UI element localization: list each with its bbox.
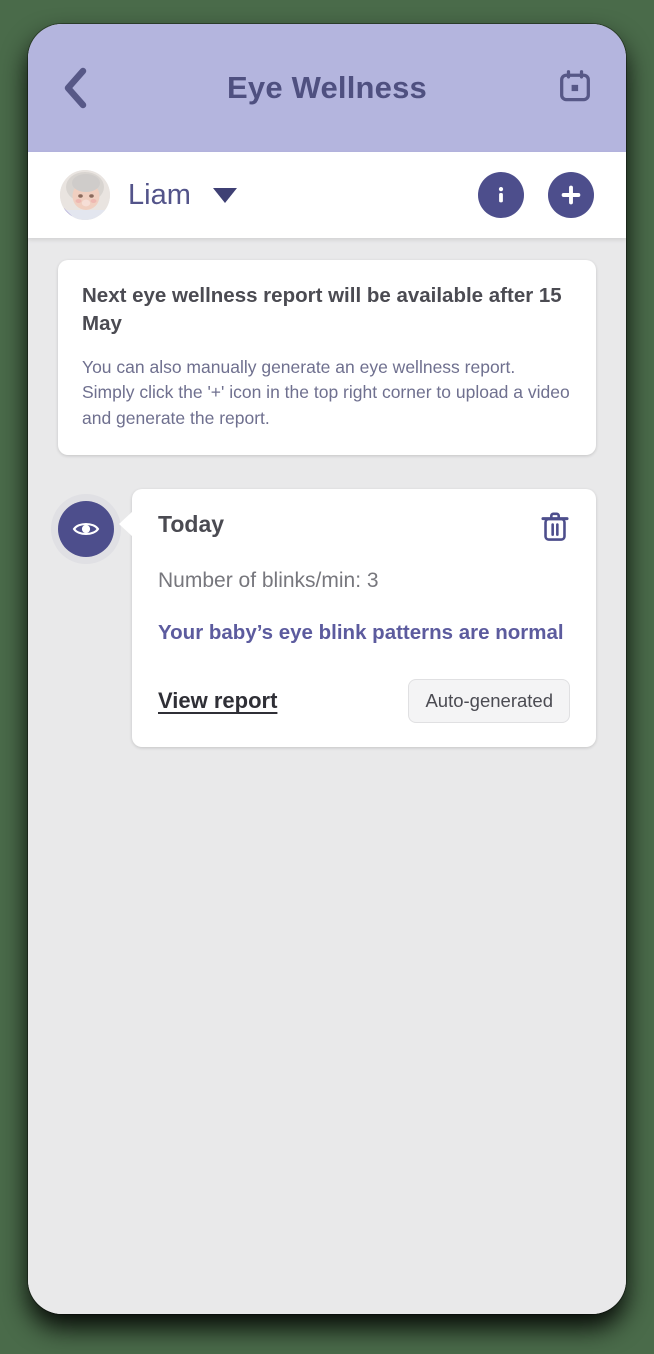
avatar[interactable] [60, 170, 110, 220]
calendar-button[interactable] [548, 66, 592, 110]
profile-actions [478, 172, 594, 218]
app-header: Eye Wellness [28, 24, 626, 152]
report-card[interactable]: Today Number of bli [132, 489, 596, 747]
eye-icon [71, 514, 101, 544]
eye-badge [58, 501, 114, 557]
profile-bar: Liam [28, 152, 626, 238]
add-report-button[interactable] [548, 172, 594, 218]
notice-card: Next eye wellness report will be availab… [58, 260, 596, 455]
page-title: Eye Wellness [28, 70, 626, 106]
notice-title: Next eye wellness report will be availab… [82, 282, 572, 339]
profile-name: Liam [128, 179, 191, 212]
view-report-link[interactable]: View report [158, 688, 277, 714]
status-message: Your baby’s eye blink patterns are norma… [158, 621, 570, 645]
report-card-footer: View report Auto-generated [158, 679, 570, 723]
caret-down-icon[interactable] [213, 188, 237, 203]
report-card-header: Today [158, 511, 570, 543]
content-area: Next eye wellness report will be availab… [28, 238, 626, 1314]
phone-frame: Eye Wellness [28, 24, 626, 1314]
notice-body: You can also manually generate an eye we… [82, 355, 572, 432]
chevron-left-icon [62, 67, 88, 109]
back-button[interactable] [62, 66, 106, 110]
report-entry: Today Number of bli [58, 489, 596, 747]
delete-report-button[interactable] [540, 511, 570, 543]
info-button[interactable] [478, 172, 524, 218]
plus-icon [558, 182, 584, 208]
blink-metric: Number of blinks/min: 3 [158, 569, 570, 593]
report-date: Today [158, 511, 224, 538]
calendar-icon [558, 69, 592, 108]
trash-icon [540, 531, 570, 546]
info-icon [489, 183, 513, 207]
auto-generated-badge: Auto-generated [408, 679, 570, 723]
